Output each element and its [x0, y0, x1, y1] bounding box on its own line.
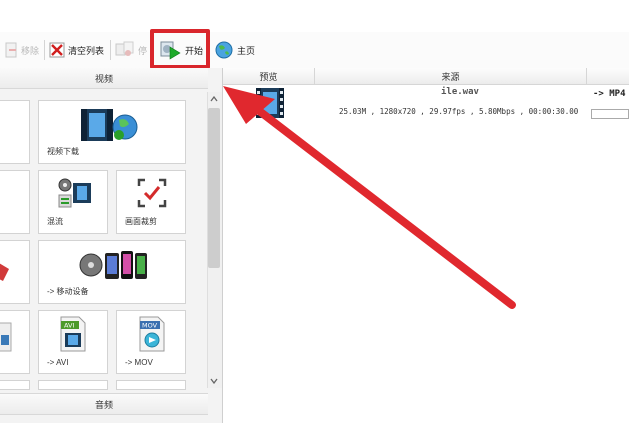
annotation-arrow	[223, 86, 516, 309]
